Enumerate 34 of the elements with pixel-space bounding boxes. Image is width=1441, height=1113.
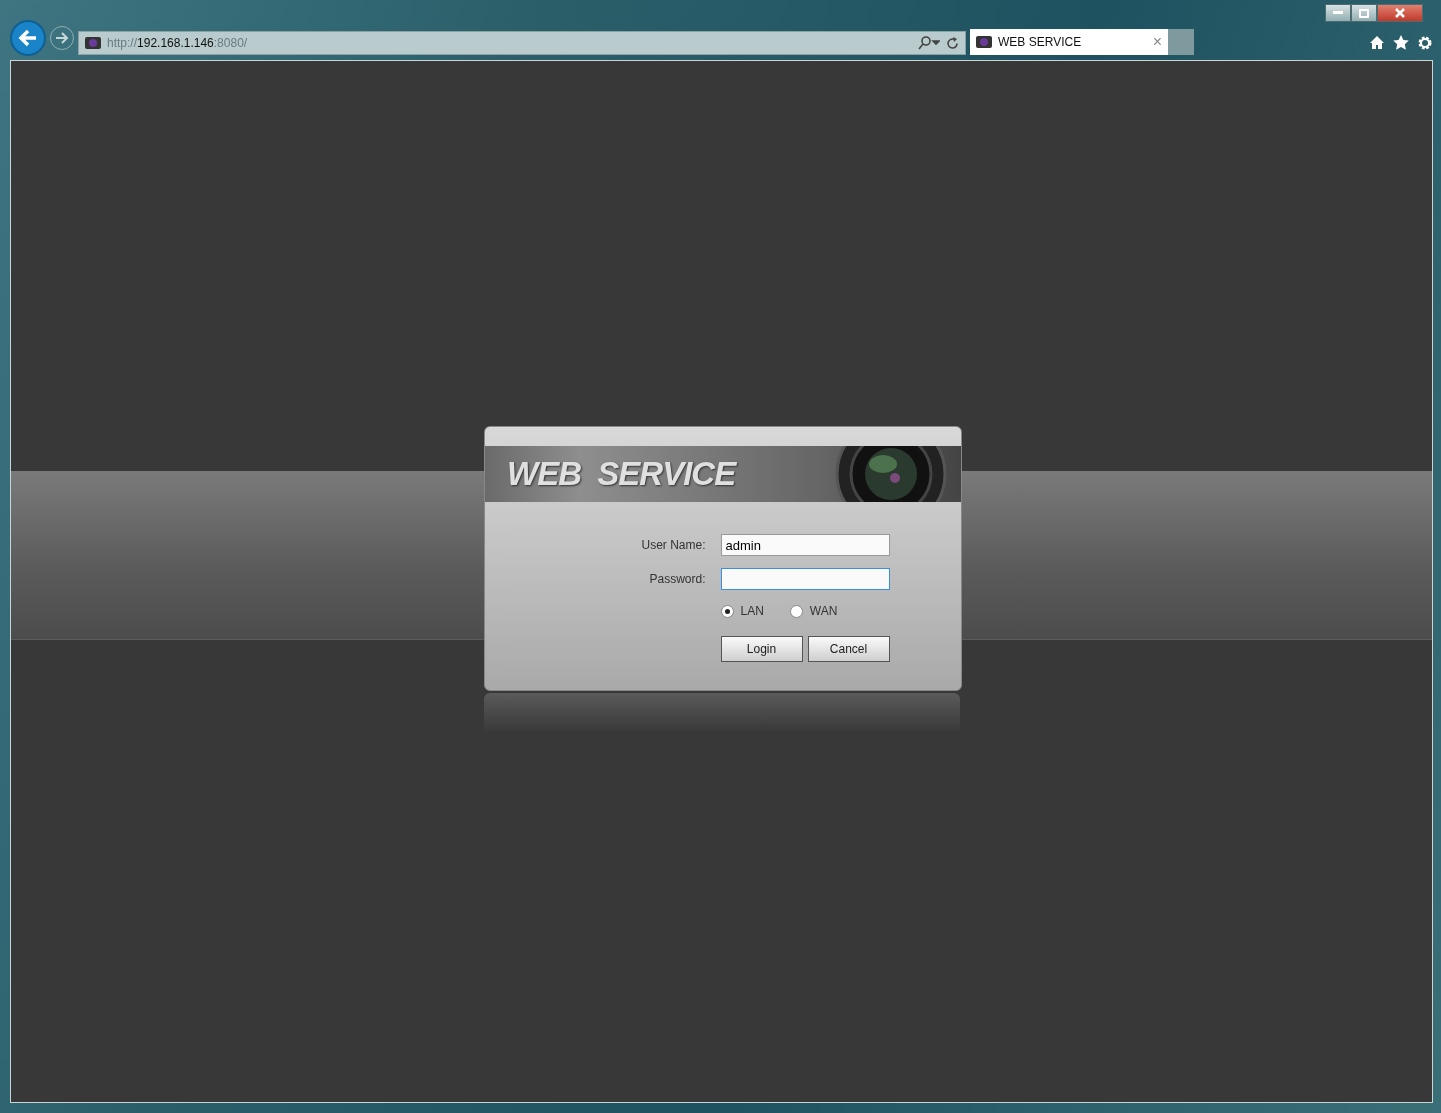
close-button[interactable] bbox=[1377, 4, 1423, 22]
tab-close-button[interactable]: × bbox=[1152, 33, 1162, 51]
close-icon bbox=[1395, 8, 1405, 18]
input-field[interactable] bbox=[720, 568, 890, 590]
input-field[interactable]: admin bbox=[720, 534, 890, 556]
dialog-button[interactable]: Login bbox=[720, 636, 803, 662]
back-button[interactable] bbox=[10, 19, 46, 56]
radio-label: LAN bbox=[740, 604, 764, 618]
url-text: http://192.168.1.146:8080/ bbox=[107, 36, 249, 50]
radio-option[interactable]: LAN bbox=[720, 604, 764, 618]
maximize-button[interactable] bbox=[1351, 4, 1377, 22]
settings-icon[interactable] bbox=[1417, 35, 1433, 51]
browser-tab[interactable]: WEB SERVICE × bbox=[970, 29, 1168, 55]
camera-icon bbox=[85, 37, 101, 49]
back-arrow-icon bbox=[18, 28, 38, 47]
search-icon[interactable] bbox=[918, 36, 940, 50]
minimize-button[interactable] bbox=[1325, 4, 1351, 22]
forward-arrow-icon bbox=[55, 31, 69, 44]
radio-option[interactable]: WAN bbox=[789, 604, 838, 618]
refresh-icon[interactable] bbox=[946, 36, 959, 50]
banner-title: WEB SERVICE bbox=[507, 455, 736, 493]
address-bar[interactable]: http://192.168.1.146:8080/ bbox=[78, 31, 966, 55]
field-label: User Name: bbox=[640, 538, 706, 552]
home-icon[interactable] bbox=[1369, 35, 1385, 50]
radio-label: WAN bbox=[809, 604, 838, 618]
radio-button[interactable] bbox=[720, 604, 734, 618]
star-icon[interactable] bbox=[1393, 35, 1409, 50]
minimize-icon bbox=[1333, 11, 1343, 15]
radio-button[interactable] bbox=[789, 604, 803, 618]
dialog-button[interactable]: Cancel bbox=[807, 636, 890, 662]
camera-icon bbox=[976, 36, 992, 48]
tab-title: WEB SERVICE bbox=[998, 35, 1083, 49]
field-label: Password: bbox=[648, 572, 706, 586]
maximize-icon bbox=[1359, 8, 1369, 18]
